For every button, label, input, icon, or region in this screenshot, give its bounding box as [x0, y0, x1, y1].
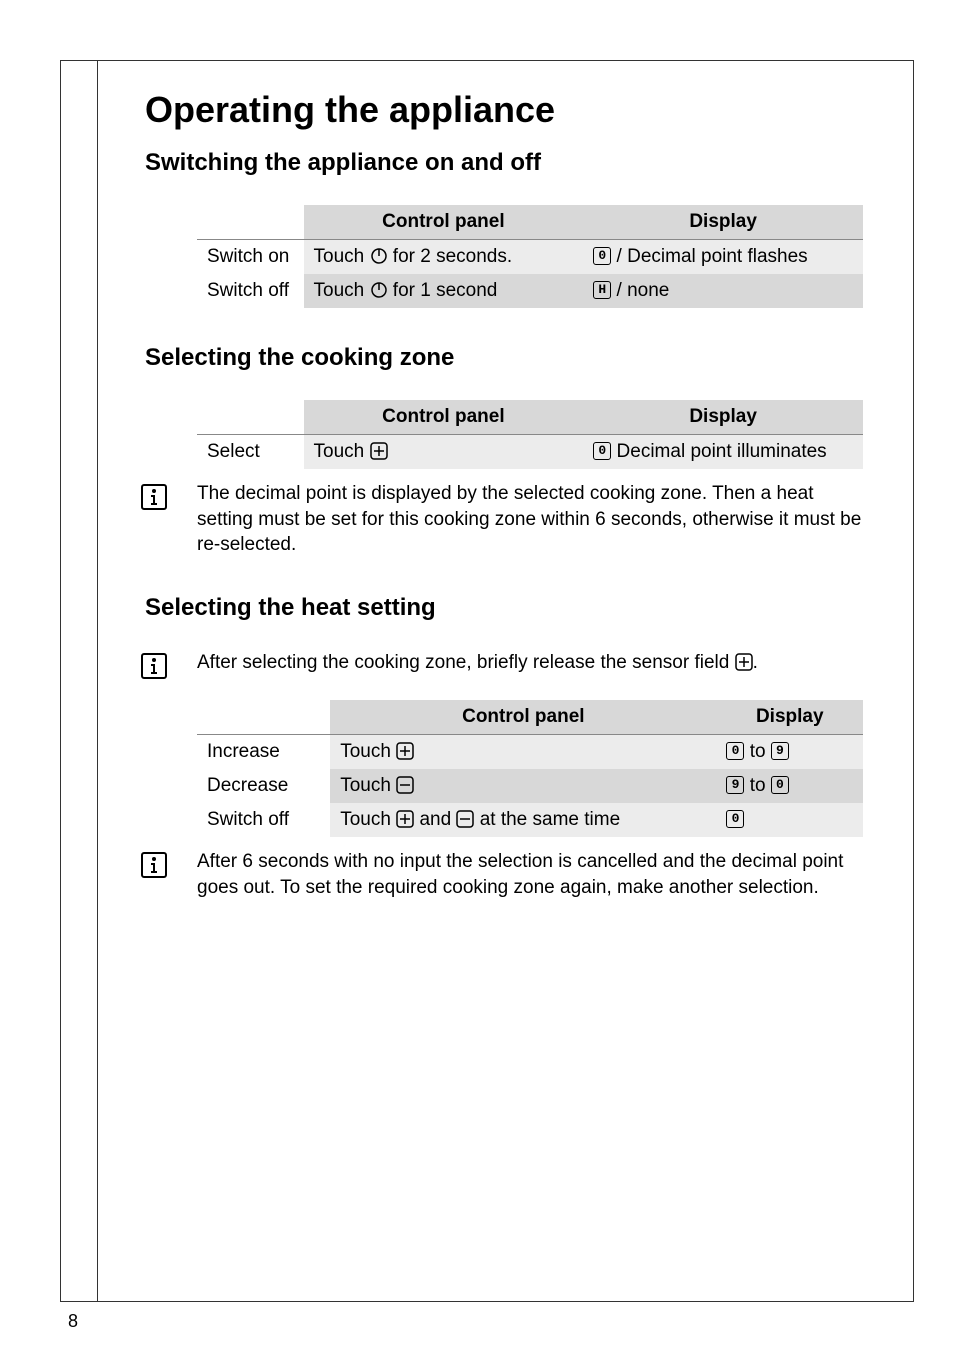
- row-control: Touch: [330, 734, 716, 769]
- row-control: Touch for 1 second: [304, 274, 584, 308]
- section3-heading: Selecting the heat setting: [145, 594, 863, 622]
- section1-heading: Switching the appliance on and off: [145, 149, 863, 177]
- row-display: 9 to 0: [716, 769, 863, 803]
- row-display: 0 / Decimal point flashes: [583, 240, 863, 275]
- power-icon: [370, 247, 388, 265]
- page-number: 8: [68, 1311, 78, 1332]
- plus-icon: [396, 742, 414, 760]
- th-blank: [197, 700, 330, 735]
- info-icon: [141, 653, 167, 679]
- row-label: Switch off: [197, 803, 330, 837]
- segment-icon: 0: [726, 810, 744, 828]
- th-display: Display: [583, 205, 863, 240]
- th-blank: [197, 205, 304, 240]
- segment-icon: 0: [593, 442, 611, 460]
- th-control-panel: Control panel: [304, 400, 584, 435]
- plus-icon: [370, 442, 388, 460]
- row-display: 0 Decimal point illuminates: [583, 435, 863, 470]
- minus-icon: [396, 776, 414, 794]
- minus-icon: [456, 810, 474, 828]
- th-blank: [197, 400, 304, 435]
- row-label: Switch on: [197, 240, 304, 275]
- page-title: Operating the appliance: [145, 89, 863, 131]
- segment-icon: 0: [771, 776, 789, 794]
- th-control-panel: Control panel: [304, 205, 584, 240]
- switch-table: Control panel Display Switch on Touch fo…: [197, 205, 863, 308]
- th-display: Display: [716, 700, 863, 735]
- plus-icon: [735, 653, 753, 671]
- section3-note: After 6 seconds with no input the select…: [197, 849, 863, 900]
- row-display: 0 to 9: [716, 734, 863, 769]
- row-display: H / none: [583, 274, 863, 308]
- row-display: 0: [716, 803, 863, 837]
- row-label: Decrease: [197, 769, 330, 803]
- segment-icon: 9: [771, 742, 789, 760]
- segment-icon: 0: [726, 742, 744, 760]
- plus-icon: [396, 810, 414, 828]
- section3-intro: After selecting the cooking zone, briefl…: [197, 650, 758, 684]
- row-control: Touch and at the same time: [330, 803, 716, 837]
- row-control: Touch: [330, 769, 716, 803]
- info-icon: [141, 852, 167, 878]
- section2-heading: Selecting the cooking zone: [145, 344, 863, 372]
- heat-table: Control panel Display Increase Touch 0 t…: [197, 700, 863, 837]
- row-label: Increase: [197, 734, 330, 769]
- segment-icon: 0: [593, 247, 611, 265]
- select-table: Control panel Display Select Touch 0 Dec…: [197, 400, 863, 469]
- row-label: Switch off: [197, 274, 304, 308]
- th-display: Display: [583, 400, 863, 435]
- segment-icon: 9: [726, 776, 744, 794]
- th-control-panel: Control panel: [330, 700, 716, 735]
- row-control: Touch for 2 seconds.: [304, 240, 584, 275]
- row-label: Select: [197, 435, 304, 470]
- info-icon: [141, 484, 167, 510]
- power-icon: [370, 281, 388, 299]
- row-control: Touch: [304, 435, 584, 470]
- section2-note: The decimal point is displayed by the se…: [197, 481, 863, 558]
- segment-icon: H: [593, 281, 611, 299]
